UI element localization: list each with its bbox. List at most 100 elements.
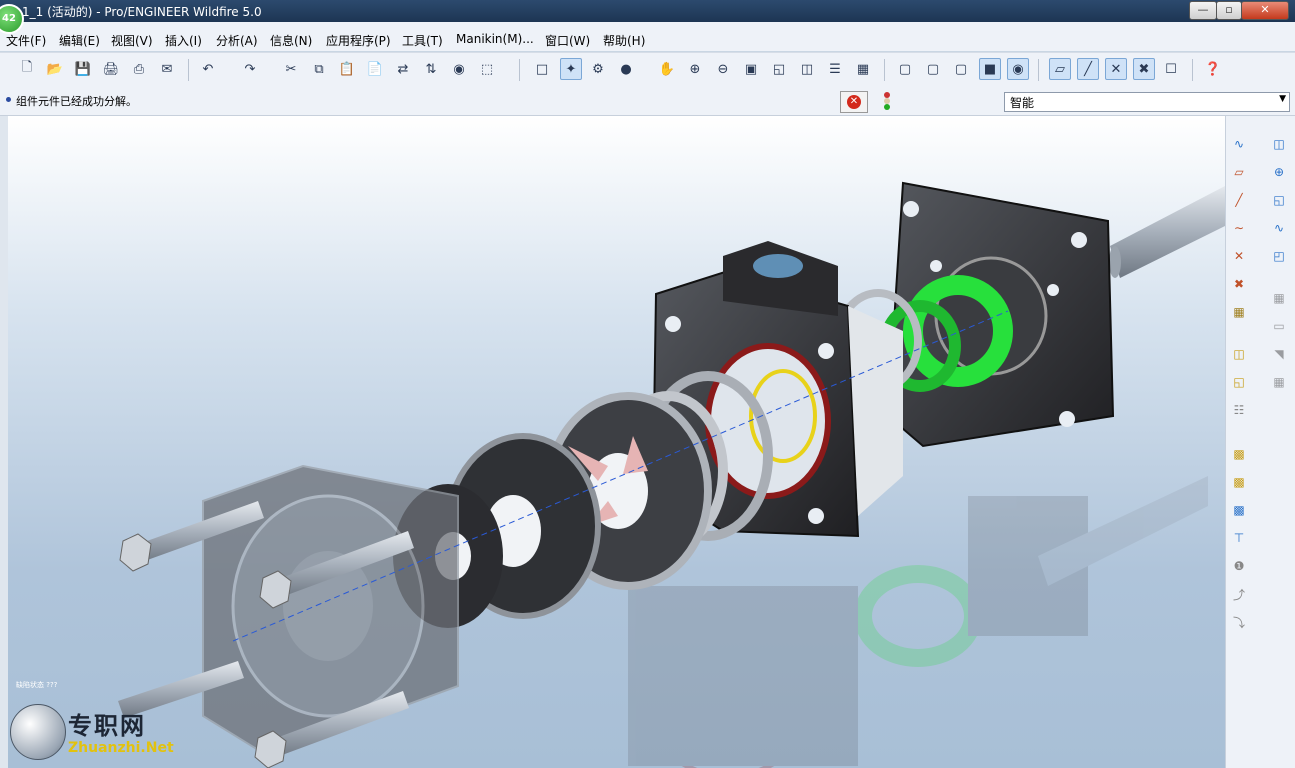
wireframe-icon[interactable]: ▢ [895,59,915,79]
watermark-chinese: 专职网 [68,711,146,740]
enhanced-realism-icon[interactable]: ◉ [1007,58,1029,80]
menu-applications[interactable]: 应用程序(P) [326,32,391,49]
refit-icon[interactable]: ▣ [741,59,761,79]
open-file-icon[interactable]: 📂 [45,59,65,79]
zoom-in-icon[interactable]: ⊕ [685,59,705,79]
draft-icon[interactable]: ◥ [1269,344,1289,364]
shell-icon[interactable]: ▦ [1269,288,1289,308]
save-icon[interactable]: 💾 [73,59,93,79]
viewport-corner-label: 缺陷状态 ??? [16,681,58,689]
sweep-icon[interactable]: ◱ [1269,190,1289,210]
grid-pattern-icon[interactable]: ▦ [1269,372,1289,392]
context-help-icon[interactable]: ❓ [1203,59,1223,79]
harness-icon[interactable]: ⤵ [1229,612,1249,632]
new-file-icon[interactable]: 🗋 [17,59,37,79]
selection-filter-value: 智能 [1010,96,1035,110]
pattern-icon[interactable]: ▩ [1229,444,1249,464]
template-icon[interactable]: ▩ [1229,500,1249,520]
datum-points-icon[interactable]: ✕ [1105,58,1127,80]
message-bullet-icon [6,97,11,102]
view-manager-icon[interactable]: ⚙ [588,59,608,79]
graphics-window[interactable]: 缺陷状态 ??? [8,116,1225,768]
datum-axes-icon[interactable]: ╱ [1077,58,1099,80]
left-sash[interactable] [0,116,8,768]
menu-insert[interactable]: 插入(I) [165,32,202,49]
menu-info[interactable]: 信息(N) [270,32,312,49]
toolbar-separator [1038,59,1039,81]
feature-toolbar: ∿ ▱ ╱ ∼ ✕ ✖ ▦ ◫ ◱ ☷ ▩ ▩ ▩ ⊤ ❶ ⤴ ⤵ ◫ ⊕ ◱ … [1225,116,1295,768]
watermark: 专职网 Zhuanzhi.Net [8,700,198,768]
spin-center-icon[interactable]: ✦ [560,58,582,80]
select-box-icon[interactable]: ⬚ [477,59,497,79]
paste-special-icon[interactable]: 📄 [365,59,385,79]
saved-views-icon[interactable]: ◫ [797,59,817,79]
email-icon[interactable]: ✉ [157,59,177,79]
sketch-icon[interactable]: ∿ [1229,134,1249,154]
reorient-icon[interactable]: ◱ [769,59,789,79]
analysis-icon[interactable]: ▦ [1229,302,1249,322]
boundary-icon[interactable]: ◰ [1269,246,1289,266]
toolbar-separator [884,59,885,81]
paste-icon[interactable]: 📋 [337,59,357,79]
menu-manikin[interactable]: Manikin(M)... [456,32,534,46]
menu-view[interactable]: 视图(V) [111,32,153,49]
wire-icon[interactable]: ⤴ [1229,584,1249,604]
toolbar-separator [519,59,520,81]
exploded-assembly-model [118,181,1225,768]
redo-icon[interactable]: ↷ [240,59,260,79]
datum-curve-icon[interactable]: ∼ [1229,218,1249,238]
menu-analysis[interactable]: 分析(A) [216,32,258,49]
regenerate-icon[interactable]: ⇄ [393,59,413,79]
cut-icon[interactable]: ✂ [281,59,301,79]
stop-regeneration-button[interactable]: ✕ [840,91,868,113]
flexible-icon[interactable]: ⊤ [1229,528,1249,548]
find-icon[interactable]: ◉ [449,59,469,79]
toolbar-separator [188,59,189,81]
revolve-icon[interactable]: ⊕ [1269,162,1289,182]
menu-file[interactable]: 文件(F) [6,32,46,49]
print-icon[interactable]: 🖨 [101,59,121,79]
selection-filter-dropdown[interactable]: 智能 ▼ [1004,92,1290,112]
shaft-part [1109,186,1225,278]
hidden-line-icon[interactable]: ▢ [923,59,943,79]
title-gap [0,22,1295,29]
blend-icon[interactable]: ∿ [1269,218,1289,238]
undo-icon[interactable]: ↶ [198,59,218,79]
repeat-icon[interactable]: ☷ [1229,400,1249,420]
zoom-out-icon[interactable]: ⊖ [713,59,733,79]
no-hidden-icon[interactable]: ▢ [951,59,971,79]
layers-icon[interactable]: ☰ [825,59,845,79]
print-preview-icon[interactable]: ⎙ [129,59,149,79]
cable-icon[interactable]: ❶ [1229,556,1249,576]
copy-geometry-icon[interactable]: ◫ [1269,134,1289,154]
shade-sphere-icon[interactable]: ● [616,59,636,79]
regenerate-manager-icon[interactable]: ⇅ [421,59,441,79]
component-place-icon[interactable]: ◫ [1229,344,1249,364]
minimize-button[interactable]: — [1189,1,1217,20]
datum-point-icon[interactable]: ✕ [1229,246,1249,266]
model-display-icon[interactable]: ▦ [853,59,873,79]
interface-icon[interactable]: ◱ [1229,372,1249,392]
datum-plane-icon[interactable]: ▱ [1229,162,1249,182]
datum-planes-icon[interactable]: ▱ [1049,58,1071,80]
menu-tools[interactable]: 工具(T) [402,32,443,49]
maximize-button[interactable]: ▫ [1216,1,1242,20]
rib-icon[interactable]: ▭ [1269,316,1289,336]
regeneration-status-icon [884,92,890,110]
menu-edit[interactable]: 编辑(E) [59,32,100,49]
coordinate-systems-icon[interactable]: ✖ [1133,58,1155,80]
annotations-icon[interactable]: ☐ [1161,59,1181,79]
menu-window[interactable]: 窗口(W) [545,32,590,49]
offset-csys-icon[interactable]: ✖ [1229,274,1249,294]
shading-icon[interactable]: ■ [979,58,1001,80]
watermark-english: Zhuanzhi.Net [68,740,174,756]
toolbar-separator [1192,59,1193,81]
main-toolbar: 🗋 📂 💾 🖨 ⎙ ✉ ↶ ↷ ✂ ⧉ 📋 📄 ⇄ ⇅ ◉ ⬚ □ ✦ ⚙ ● … [0,52,1295,88]
repaint-icon[interactable]: □ [532,59,552,79]
close-button[interactable]: ✕ [1241,1,1289,20]
orient-hand-icon[interactable]: ✋ [657,59,677,79]
copy-icon[interactable]: ⧉ [309,59,329,79]
menu-help[interactable]: 帮助(H) [603,32,645,49]
mirror-icon[interactable]: ▩ [1229,472,1249,492]
datum-axis-icon[interactable]: ╱ [1229,190,1249,210]
